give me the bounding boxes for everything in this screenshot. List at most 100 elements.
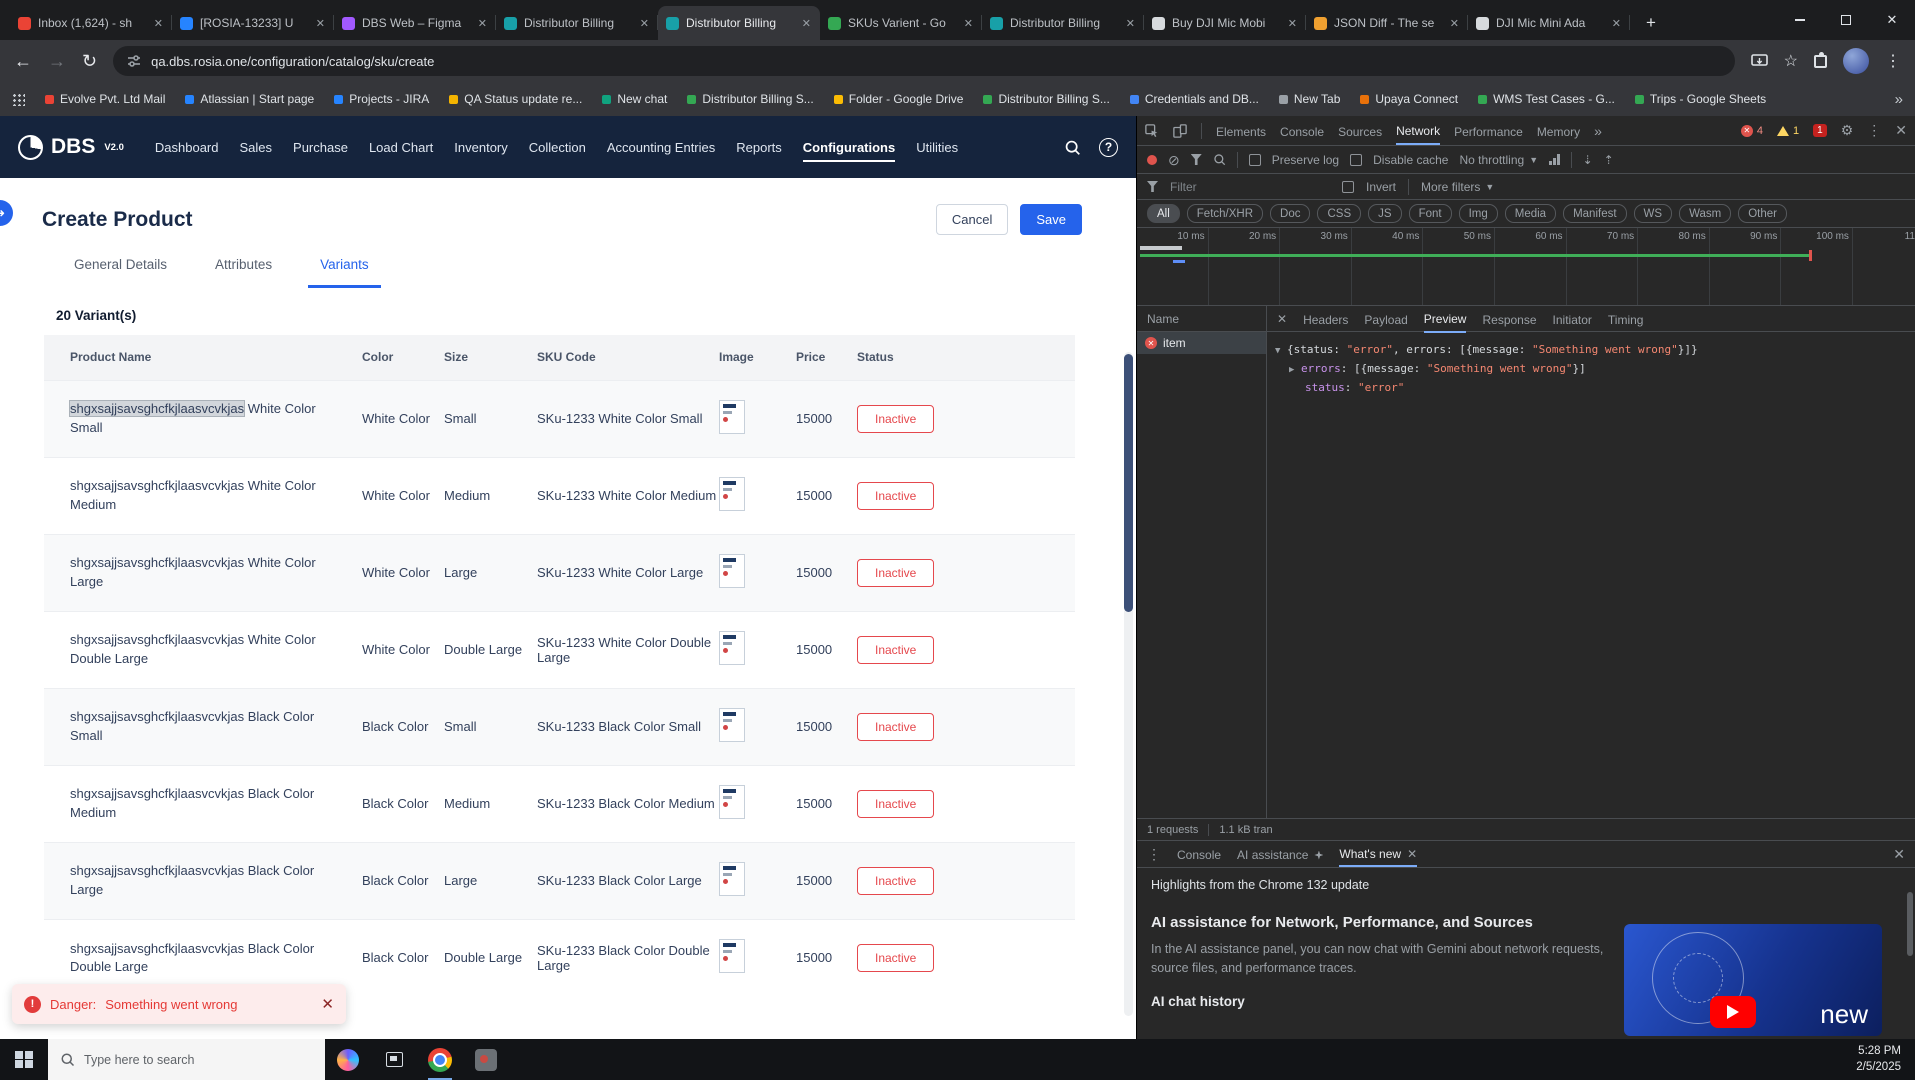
tab-general-details[interactable]: General Details <box>72 251 169 288</box>
record-icon[interactable] <box>1147 155 1157 165</box>
bookmark-item[interactable]: New chat <box>602 92 667 106</box>
status-inactive-button[interactable]: Inactive <box>857 790 934 818</box>
product-image-thumbnail[interactable] <box>719 939 745 973</box>
nav-item-load-chart[interactable]: Load Chart <box>369 132 433 163</box>
bookmark-star-icon[interactable]: ☆ <box>1784 51 1798 71</box>
reload-icon[interactable]: ↻ <box>82 52 97 70</box>
share-screen-icon[interactable] <box>1751 54 1768 68</box>
product-image-thumbnail[interactable] <box>719 785 745 819</box>
product-image-thumbnail[interactable] <box>719 477 745 511</box>
dbs-logo[interactable]: DBS V2.0 <box>18 135 124 160</box>
forward-icon[interactable]: → <box>48 52 66 70</box>
json-status-line[interactable]: status: "error" <box>1275 379 1907 396</box>
network-overview-timeline[interactable]: 10 ms 20 ms 30 ms 40 ms 50 ms 60 ms 70 m… <box>1137 228 1915 306</box>
taskbar-clock[interactable]: 5:28 PM 2/5/2025 <box>1856 1039 1915 1080</box>
site-settings-tune-icon[interactable] <box>127 54 141 68</box>
detail-tab-payload[interactable]: Payload <box>1364 306 1407 332</box>
detail-tab-initiator[interactable]: Initiator <box>1553 306 1592 332</box>
tab-close-icon[interactable]: ✕ <box>153 17 164 30</box>
drawer-tab-close-icon[interactable]: ✕ <box>1407 847 1417 861</box>
scrollbar-thumb[interactable] <box>1124 354 1133 612</box>
detail-tab-preview[interactable]: Preview <box>1424 305 1467 333</box>
nav-item-purchase[interactable]: Purchase <box>293 132 348 163</box>
filter-chip-other[interactable]: Other <box>1738 204 1787 223</box>
status-inactive-button[interactable]: Inactive <box>857 867 934 895</box>
tab-close-icon[interactable]: ✕ <box>801 17 812 30</box>
filter-chip-img[interactable]: Img <box>1459 204 1498 223</box>
chrome-taskbar-icon[interactable] <box>417 1039 463 1080</box>
nav-item-inventory[interactable]: Inventory <box>454 132 507 163</box>
status-inactive-button[interactable]: Inactive <box>857 636 934 664</box>
drawer-tab-console[interactable]: Console <box>1177 842 1221 866</box>
network-filter-input[interactable] <box>1170 180 1330 194</box>
status-inactive-button[interactable]: Inactive <box>857 713 934 741</box>
settings-gear-icon[interactable]: ⚙ <box>1841 122 1854 139</box>
bookmark-item[interactable]: Upaya Connect <box>1360 92 1458 106</box>
filter-chip-manifest[interactable]: Manifest <box>1563 204 1626 223</box>
request-row-item[interactable]: ✕ item <box>1137 332 1266 354</box>
help-icon[interactable]: ? <box>1099 138 1118 157</box>
window-close-button[interactable]: ✕ <box>1869 0 1915 40</box>
bookmark-item[interactable]: WMS Test Cases - G... <box>1478 92 1615 106</box>
device-toolbar-icon[interactable] <box>1173 124 1187 138</box>
extensions-puzzle-icon[interactable] <box>1814 55 1827 68</box>
filter-chip-all[interactable]: All <box>1147 204 1180 223</box>
product-image-thumbnail[interactable] <box>719 554 745 588</box>
youtube-play-icon[interactable] <box>1710 996 1756 1028</box>
tab-close-icon[interactable]: ✕ <box>477 17 488 30</box>
browser-tab[interactable]: Distributor Billing✕ <box>982 6 1144 40</box>
save-button[interactable]: Save <box>1020 204 1082 235</box>
browser-tab[interactable]: DBS Web – Figma✕ <box>334 6 496 40</box>
bookmark-item[interactable]: New Tab <box>1279 92 1340 106</box>
bookmark-item[interactable]: Distributor Billing S... <box>687 92 813 106</box>
filter-chip-doc[interactable]: Doc <box>1270 204 1310 223</box>
bookmark-item[interactable]: Credentials and DB... <box>1130 92 1259 106</box>
filter-chip-js[interactable]: JS <box>1368 204 1401 223</box>
maximize-button[interactable] <box>1823 0 1869 40</box>
cancel-button[interactable]: Cancel <box>936 204 1008 235</box>
tab-close-icon[interactable]: ✕ <box>1449 17 1460 30</box>
more-panels-icon[interactable]: » <box>1594 123 1602 139</box>
tab-close-icon[interactable]: ✕ <box>315 17 326 30</box>
status-inactive-button[interactable]: Inactive <box>857 559 934 587</box>
browser-tab[interactable]: JSON Diff - The se✕ <box>1306 6 1468 40</box>
browser-tab[interactable]: Distributor Billing✕ <box>496 6 658 40</box>
filter-chip-font[interactable]: Font <box>1409 204 1452 223</box>
network-search-icon[interactable] <box>1213 153 1226 166</box>
devtools-tab-network[interactable]: Network <box>1396 117 1440 145</box>
invert-checkbox[interactable] <box>1342 181 1354 193</box>
tab-variants[interactable]: Variants <box>308 251 381 288</box>
bookmark-item[interactable]: Projects - JIRA <box>334 92 429 106</box>
filter-chip-ws[interactable]: WS <box>1634 204 1673 223</box>
product-image-thumbnail[interactable] <box>719 631 745 665</box>
whats-new-video-thumbnail[interactable]: new <box>1624 924 1882 1036</box>
highlights-title[interactable]: Highlights from the Chrome 132 update <box>1151 878 1901 892</box>
devtools-tab-elements[interactable]: Elements <box>1216 118 1266 144</box>
warning-count-badge[interactable]: 1 <box>1777 125 1799 137</box>
expanded-caret-icon[interactable]: ▼ <box>1275 343 1287 360</box>
tab-close-icon[interactable]: ✕ <box>639 17 650 30</box>
browser-tab[interactable]: Inbox (1,624) - sh✕ <box>10 6 172 40</box>
image-editor-taskbar-icon[interactable] <box>463 1039 509 1080</box>
product-image-thumbnail[interactable] <box>719 400 745 434</box>
devtools-tab-console[interactable]: Console <box>1280 118 1324 144</box>
product-image-thumbnail[interactable] <box>719 862 745 896</box>
nav-item-configurations[interactable]: Configurations <box>803 132 895 163</box>
status-inactive-button[interactable]: Inactive <box>857 482 934 510</box>
tab-close-icon[interactable]: ✕ <box>1125 17 1136 30</box>
devtools-kebab-icon[interactable]: ⋮ <box>1867 122 1881 139</box>
inspect-icon[interactable] <box>1145 124 1159 138</box>
detail-tab-timing[interactable]: Timing <box>1608 306 1644 332</box>
tab-close-icon[interactable]: ✕ <box>1287 17 1298 30</box>
close-request-details-icon[interactable]: ✕ <box>1277 312 1287 326</box>
nav-item-dashboard[interactable]: Dashboard <box>155 132 219 163</box>
drawer-kebab-icon[interactable]: ⋮ <box>1147 846 1161 863</box>
browser-tab[interactable]: SKUs Varient - Go✕ <box>820 6 982 40</box>
filter-chip-wasm[interactable]: Wasm <box>1679 204 1731 223</box>
filter-chip-fetch-xhr[interactable]: Fetch/XHR <box>1187 204 1263 223</box>
taskbar-search-input[interactable] <box>84 1053 284 1067</box>
search-icon[interactable] <box>1064 139 1081 156</box>
browser-tab[interactable]: Buy DJI Mic Mobi✕ <box>1144 6 1306 40</box>
preserve-log-checkbox[interactable] <box>1249 154 1261 166</box>
json-errors-line[interactable]: ▶errors: [{message: "Something went wron… <box>1275 360 1907 379</box>
